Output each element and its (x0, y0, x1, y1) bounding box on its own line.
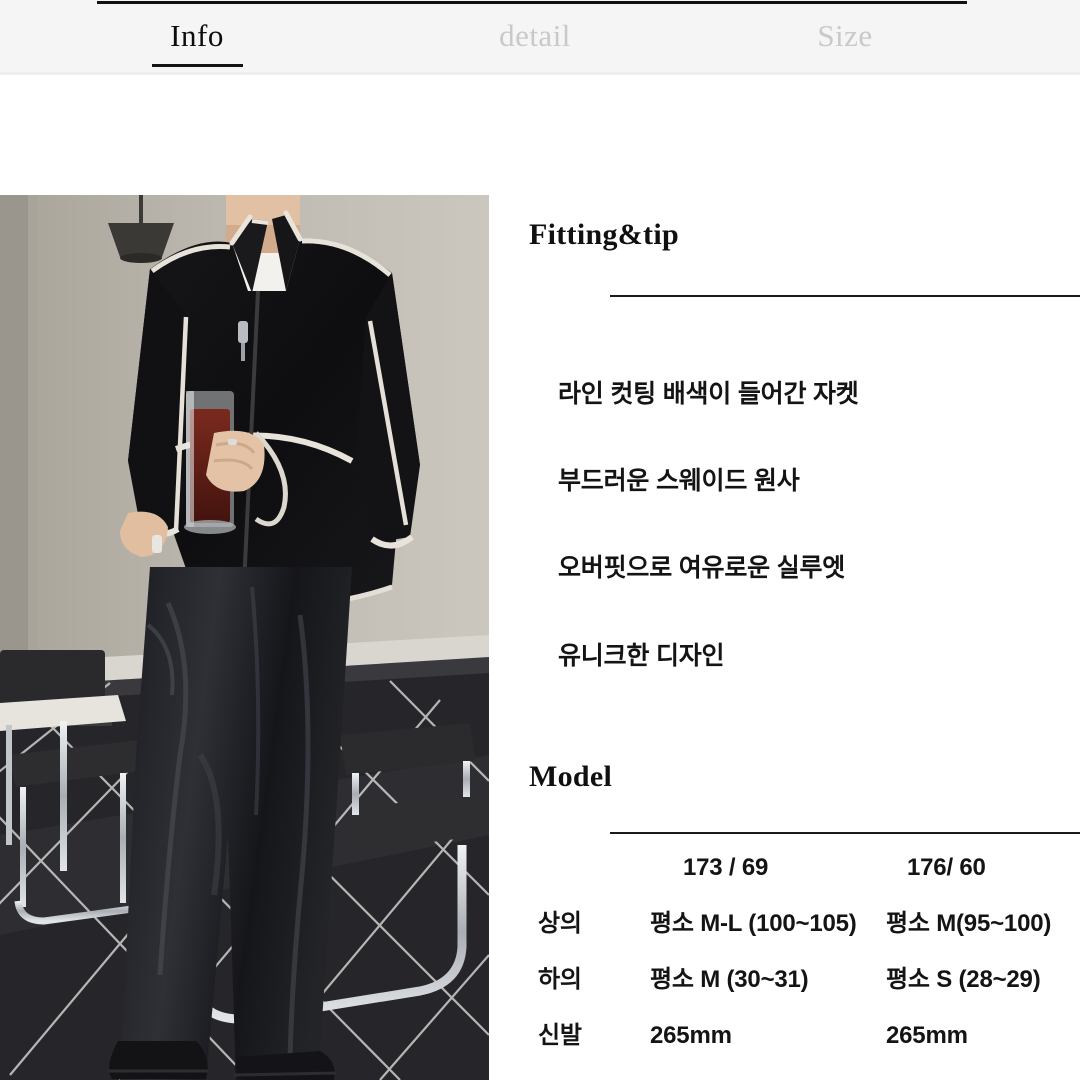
table-row: 하의 평소 M (30~31) 평소 S (28~29) (529, 960, 1080, 1016)
row-bottom-model-a: 평소 M (30~31) (650, 966, 809, 993)
model-rule (610, 832, 1080, 834)
model-a-stats: 173 / 69 (683, 854, 769, 881)
fitting-bullet-4: 유니크한 디자인 (558, 642, 725, 670)
fitting-bullet-3: 오버핏으로 여유로운 실루엣 (558, 554, 846, 582)
row-label-top: 상의 (538, 910, 582, 937)
model-b-stats: 176/ 60 (907, 854, 986, 881)
row-label-shoes: 신발 (538, 1022, 582, 1049)
row-shoes-model-b: 265mm (886, 1022, 968, 1049)
fitting-bullet-2: 부드러운 스웨이드 원사 (558, 467, 800, 495)
model-heading: Model (529, 760, 613, 793)
row-bottom-model-b: 평소 S (28~29) (886, 966, 1041, 993)
info-panel: Fitting&tip 라인 컷팅 배색이 들어간 자켓 부드러운 스웨이드 원… (0, 0, 1080, 1080)
row-shoes-model-a: 265mm (650, 1022, 732, 1049)
table-row-header: 173 / 69 176/ 60 (529, 848, 1080, 904)
fitting-tip-heading: Fitting&tip (529, 218, 679, 251)
row-label-bottom: 하의 (538, 966, 582, 993)
row-top-model-b: 평소 M(95~100) (886, 910, 1052, 937)
fitting-tip-rule (610, 295, 1080, 297)
model-spec-table: 173 / 69 176/ 60 상의 평소 M-L (100~105) 평소 … (529, 848, 1080, 1072)
table-row: 신발 265mm 265mm (529, 1016, 1080, 1072)
fitting-bullet-1: 라인 컷팅 배색이 들어간 자켓 (558, 380, 859, 408)
table-row: 상의 평소 M-L (100~105) 평소 M(95~100) (529, 904, 1080, 960)
product-detail-page: Info detail Size Fitting&tip 라인 컷팅 배색이 들… (0, 0, 1080, 1080)
row-top-model-a: 평소 M-L (100~105) (650, 910, 857, 937)
